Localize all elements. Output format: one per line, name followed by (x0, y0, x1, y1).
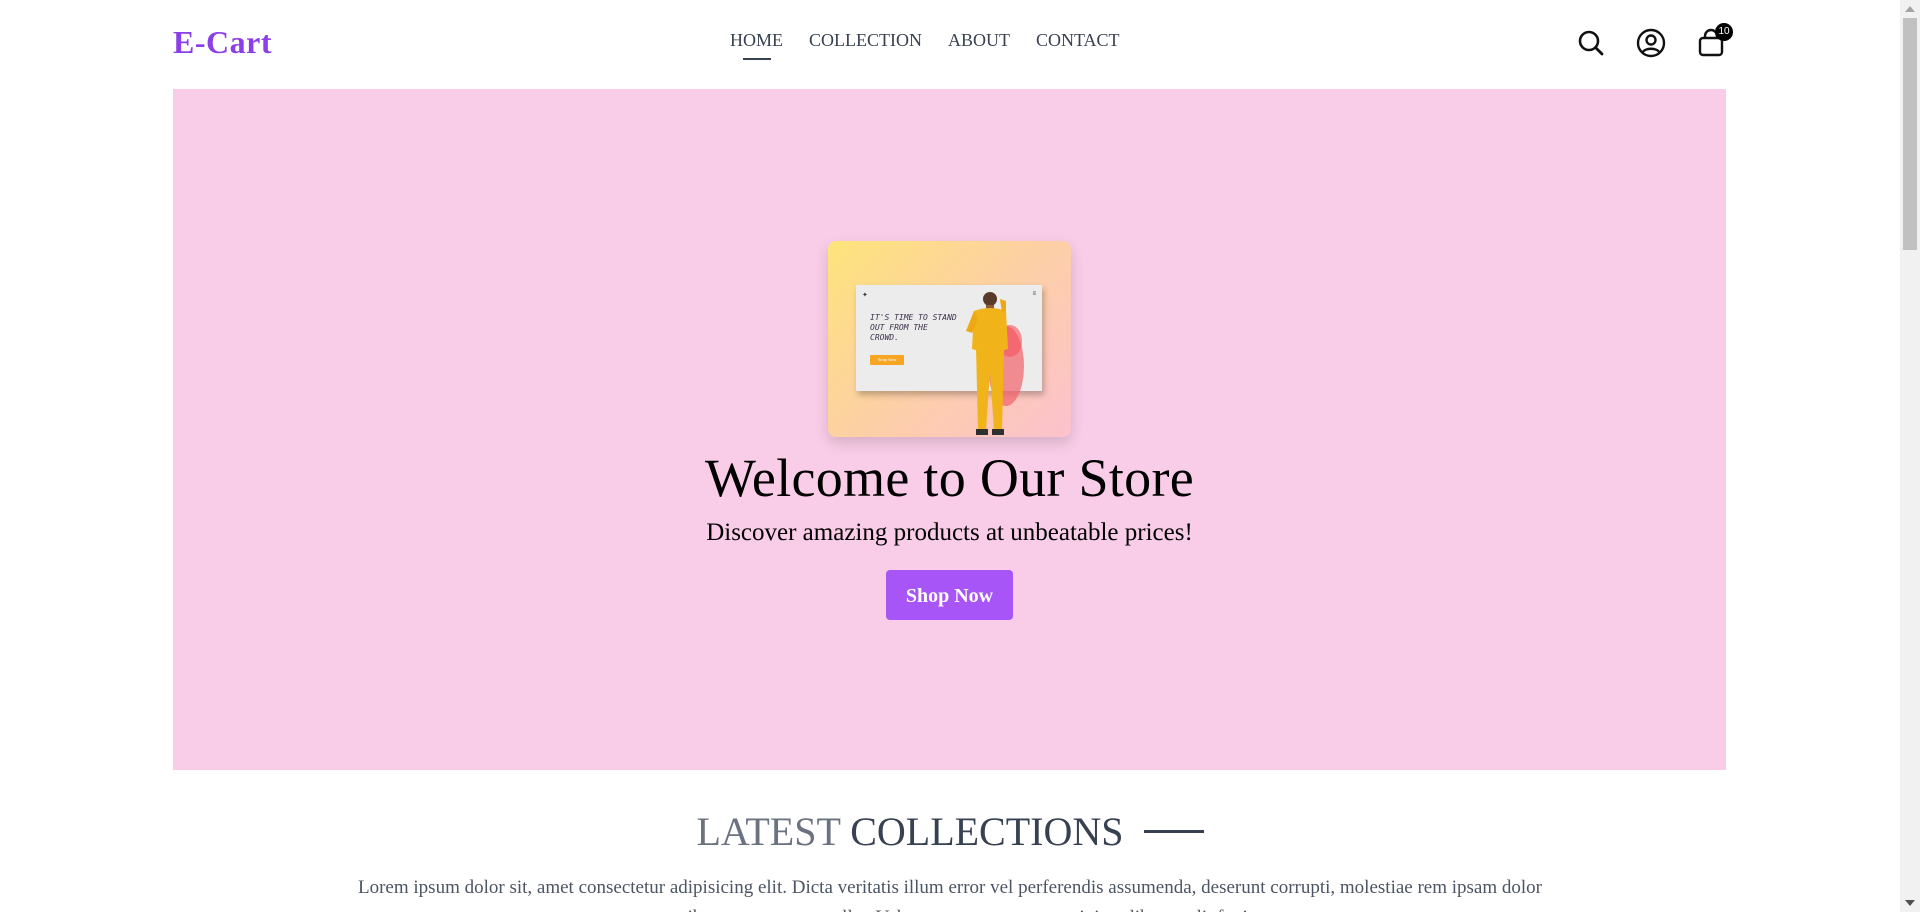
header: E-Cart HOME COLLECTION ABOUT CONTACT 10 (173, 0, 1733, 89)
main-nav: HOME COLLECTION ABOUT CONTACT (730, 30, 1146, 60)
nav-item-home[interactable]: HOME (730, 30, 783, 60)
latest-collections-title: LATEST COLLECTIONS (0, 808, 1900, 855)
active-nav-underline (742, 58, 771, 60)
scroll-up-icon[interactable] (1905, 6, 1915, 12)
nav-item-label: ABOUT (947, 30, 1010, 50)
hero-image-headline: IT'S TIME TO STAND OUT FROM THE CROWD. (870, 313, 957, 342)
header-icons: 10 (1547, 23, 1733, 59)
model-figure (966, 292, 1024, 435)
profile-icon (1636, 28, 1666, 58)
title-divider (1143, 830, 1204, 834)
nav-item-about[interactable]: ABOUT (948, 30, 1010, 51)
search-icon (1578, 30, 1604, 56)
cart-button[interactable]: 10 (1695, 23, 1733, 59)
logo[interactable]: E-Cart (173, 24, 272, 61)
profile-button[interactable] (1635, 27, 1667, 59)
nav-item-contact[interactable]: CONTACT (1036, 30, 1120, 51)
nav-item-label: CONTACT (1035, 30, 1120, 50)
scrollbar-thumb[interactable] (1903, 18, 1917, 250)
hero-title: Welcome to Our Store (704, 448, 1195, 508)
search-button[interactable] (1575, 27, 1607, 59)
title-part-collections: COLLECTIONS (850, 809, 1124, 854)
mini-logo-icon: ✦ (862, 292, 868, 299)
nav-item-label: HOME (730, 30, 783, 50)
page: E-Cart HOME COLLECTION ABOUT CONTACT 10 … (0, 0, 1920, 912)
nav-item-collection[interactable]: COLLECTION (809, 30, 922, 51)
title-part-latest: LATEST (696, 809, 841, 854)
scroll-down-icon[interactable] (1905, 900, 1915, 906)
latest-collections-description: Lorem ipsum dolor sit, amet consectetur … (358, 877, 1542, 912)
hero-banner: ✦ ≡ IT'S TIME TO STAND OUT FROM THE CROW… (173, 89, 1726, 770)
hero-image: ✦ ≡ IT'S TIME TO STAND OUT FROM THE CROW… (828, 241, 1071, 437)
nav-item-label: COLLECTION (809, 30, 922, 50)
hero-image-button: Shop Now (870, 355, 904, 365)
shop-now-button[interactable]: Shop Now (886, 570, 1013, 620)
cart-count-badge: 10 (1715, 23, 1733, 41)
vertical-scrollbar[interactable] (1900, 0, 1920, 912)
hero-subtitle: Discover amazing products at unbeatable … (706, 519, 1193, 546)
